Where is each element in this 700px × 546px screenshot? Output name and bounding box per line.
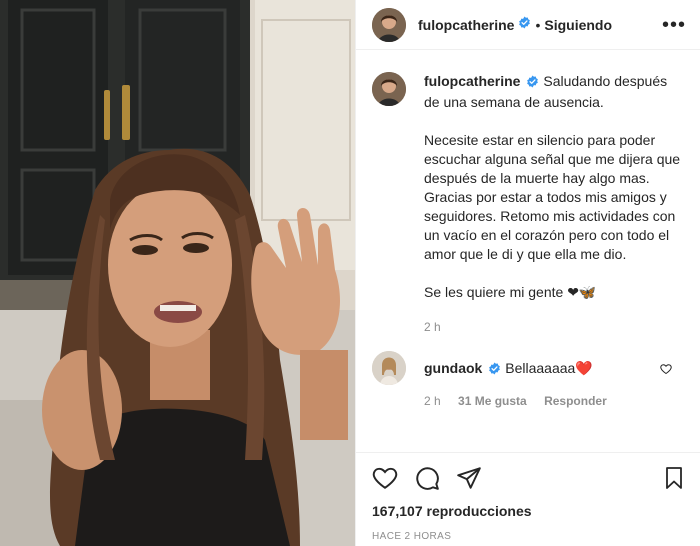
comment-meta: 2 h 31 Me gusta Responder [424, 392, 686, 411]
post-video[interactable] [0, 0, 355, 546]
view-count[interactable]: 167,107 reproducciones [372, 503, 686, 519]
following-button[interactable]: Siguiendo [544, 17, 612, 33]
profile-photo [372, 72, 406, 106]
comment-timestamp[interactable]: 2 h [424, 394, 441, 408]
verified-badge-icon [518, 16, 531, 34]
post-author-username[interactable]: fulopcatherine [418, 17, 514, 33]
caption-text-closing: Se les quiere mi gente ❤🦋 [424, 284, 597, 300]
comment-bubble-icon[interactable] [414, 465, 440, 496]
avatar[interactable] [372, 351, 406, 385]
comment-username[interactable]: gundaok [424, 360, 482, 376]
save-bookmark-icon[interactable] [662, 465, 686, 496]
comment-likes-count[interactable]: 31 Me gusta [458, 394, 527, 408]
profile-photo [372, 7, 406, 42]
post-header: fulopcatherine • Siguiendo ••• [356, 0, 700, 50]
caption-username[interactable]: fulopcatherine [424, 73, 520, 89]
reply-button[interactable]: Responder [544, 394, 607, 408]
comment-body: gundaok Bellaaaaaa❤️ 2 h 31 Me gusta Res… [424, 351, 686, 411]
caption-meta: 2 h [424, 318, 686, 337]
verified-badge-icon [488, 361, 501, 380]
post-actions: 167,107 reproducciones HACE 2 HORAS [356, 452, 700, 542]
action-icons-row [372, 465, 686, 495]
caption-body: fulopcatherine Saludando después de una … [424, 72, 686, 337]
caption-timestamp[interactable]: 2 h [424, 320, 441, 334]
like-comment-heart-icon[interactable] [660, 362, 672, 380]
like-heart-icon[interactable] [372, 465, 398, 496]
more-options-icon[interactable]: ••• [662, 15, 686, 35]
separator-dot: • [535, 16, 541, 33]
comments-list: fulopcatherine Saludando después de una … [356, 72, 700, 452]
profile-photo [372, 351, 406, 385]
caption-text-main: Necesite estar en silencio para poder es… [424, 132, 681, 262]
caption-comment: fulopcatherine Saludando después de una … [372, 72, 686, 337]
comment-text: Bellaaaaaa❤️ [505, 360, 593, 376]
share-paper-plane-icon[interactable] [456, 465, 482, 496]
comment-item: gundaok Bellaaaaaa❤️ 2 h 31 Me gusta Res… [372, 351, 686, 411]
avatar[interactable] [372, 72, 406, 106]
post-details-panel: fulopcatherine • Siguiendo ••• fulopcath… [355, 0, 700, 546]
post-time-ago[interactable]: HACE 2 HORAS [372, 531, 686, 542]
video-frame-illustration [0, 0, 355, 546]
verified-badge-icon [526, 74, 539, 93]
avatar[interactable] [372, 7, 406, 42]
